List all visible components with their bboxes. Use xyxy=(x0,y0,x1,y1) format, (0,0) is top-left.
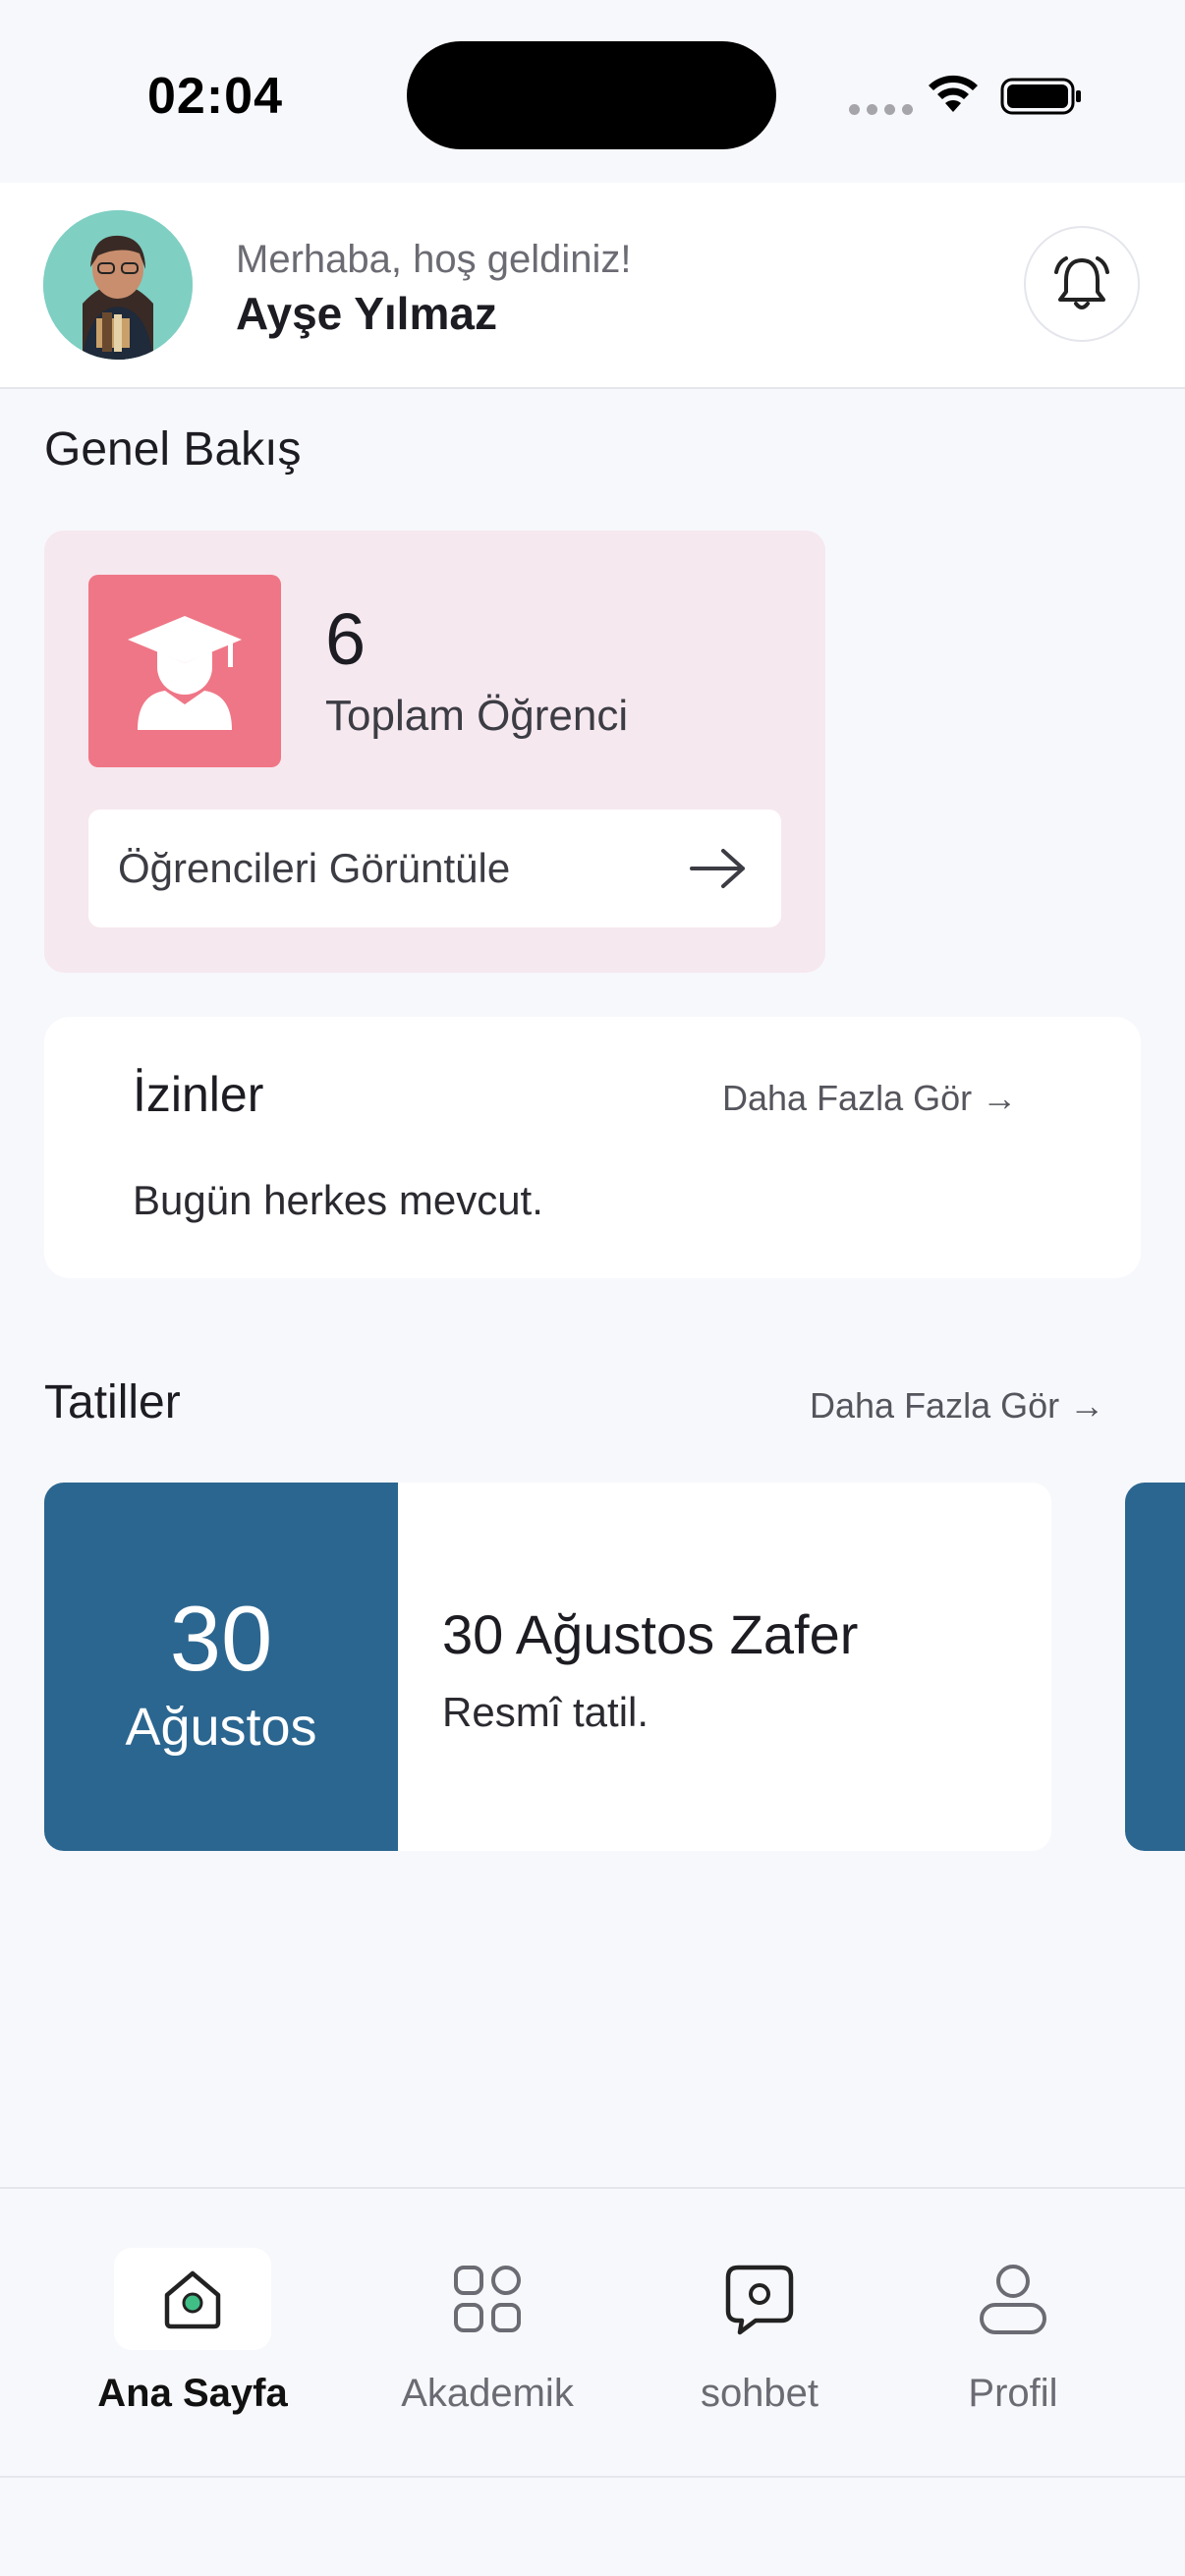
overview-title: Genel Bakış xyxy=(44,423,302,476)
holiday-date-box: 30 Ağustos xyxy=(44,1483,398,1851)
holiday-type: Resmî tatil. xyxy=(442,1689,649,1735)
signal-dots-icon xyxy=(849,104,913,115)
battery-icon xyxy=(1000,78,1081,115)
total-students-card: 6 Toplam Öğrenci Öğrencileri Görüntüle xyxy=(44,531,825,973)
nav-item-academic[interactable]: Akademik xyxy=(360,2189,615,2474)
grid-icon xyxy=(454,2266,521,2332)
dynamic-island xyxy=(407,41,776,149)
bottom-navigation: Ana Sayfa Akademik sohbet Profil xyxy=(0,2187,1185,2478)
status-time: 02:04 xyxy=(147,68,283,125)
total-students-count: 6 xyxy=(325,598,367,680)
permissions-card: İzinler Daha Fazla Gör → Bugün herkes me… xyxy=(44,1017,1141,1278)
holidays-see-more-link[interactable]: Daha Fazla Gör → xyxy=(810,1385,1104,1427)
nav-label-home: Ana Sayfa xyxy=(97,2372,288,2415)
home-screen: 02:04 Merhaba, hoş geldiniz! Ayşe Yılmaz… xyxy=(0,0,1185,2576)
home-icon xyxy=(164,2270,221,2329)
permissions-see-more-link[interactable]: Daha Fazla Gör → xyxy=(722,1078,1017,1119)
holiday-card-next[interactable] xyxy=(1125,1483,1185,1851)
holiday-card[interactable]: 30 Ağustos 30 Ağustos Zafer Resmî tatil. xyxy=(44,1483,1051,1851)
nav-icon-wrap-home xyxy=(114,2248,271,2350)
nav-icon-wrap-profile xyxy=(934,2248,1092,2350)
nav-label-chat: sohbet xyxy=(700,2372,819,2415)
chat-icon xyxy=(725,2265,794,2335)
nav-label-academic: Akademik xyxy=(401,2372,574,2415)
student-icon-box xyxy=(88,575,281,767)
view-students-button[interactable]: Öğrencileri Görüntüle xyxy=(88,810,781,927)
holiday-day: 30 xyxy=(169,1587,273,1690)
app-header: Merhaba, hoş geldiniz! Ayşe Yılmaz xyxy=(0,183,1185,389)
holiday-name: 30 Ağustos Zafer xyxy=(442,1603,859,1665)
nav-label-profile: Profil xyxy=(968,2372,1058,2415)
permissions-message: Bugün herkes mevcut. xyxy=(133,1177,543,1223)
view-students-label: Öğrencileri Görüntüle xyxy=(118,845,511,891)
profile-icon xyxy=(980,2265,1046,2334)
user-avatar-icon xyxy=(43,210,193,360)
permissions-title: İzinler xyxy=(133,1067,264,1122)
holidays-title: Tatiller xyxy=(44,1376,181,1428)
nav-item-home[interactable]: Ana Sayfa xyxy=(65,2189,320,2474)
notifications-button[interactable] xyxy=(1024,226,1140,342)
total-students-label: Toplam Öğrenci xyxy=(325,692,629,740)
nav-icon-wrap-chat xyxy=(681,2248,838,2350)
nav-item-profile[interactable]: Profil xyxy=(885,2189,1141,2474)
graduate-icon xyxy=(128,616,242,730)
greeting-text: Merhaba, hoş geldiniz! xyxy=(236,238,632,281)
nav-icon-wrap-academic xyxy=(409,2248,566,2350)
holiday-month: Ağustos xyxy=(125,1698,317,1757)
wifi-icon xyxy=(929,75,978,112)
bell-icon xyxy=(1054,256,1109,309)
nav-item-chat[interactable]: sohbet xyxy=(632,2189,887,2474)
user-name: Ayşe Yılmaz xyxy=(236,288,497,339)
status-bar: 02:04 xyxy=(0,0,1185,183)
avatar[interactable] xyxy=(43,210,193,360)
arrow-right-icon xyxy=(690,849,745,888)
